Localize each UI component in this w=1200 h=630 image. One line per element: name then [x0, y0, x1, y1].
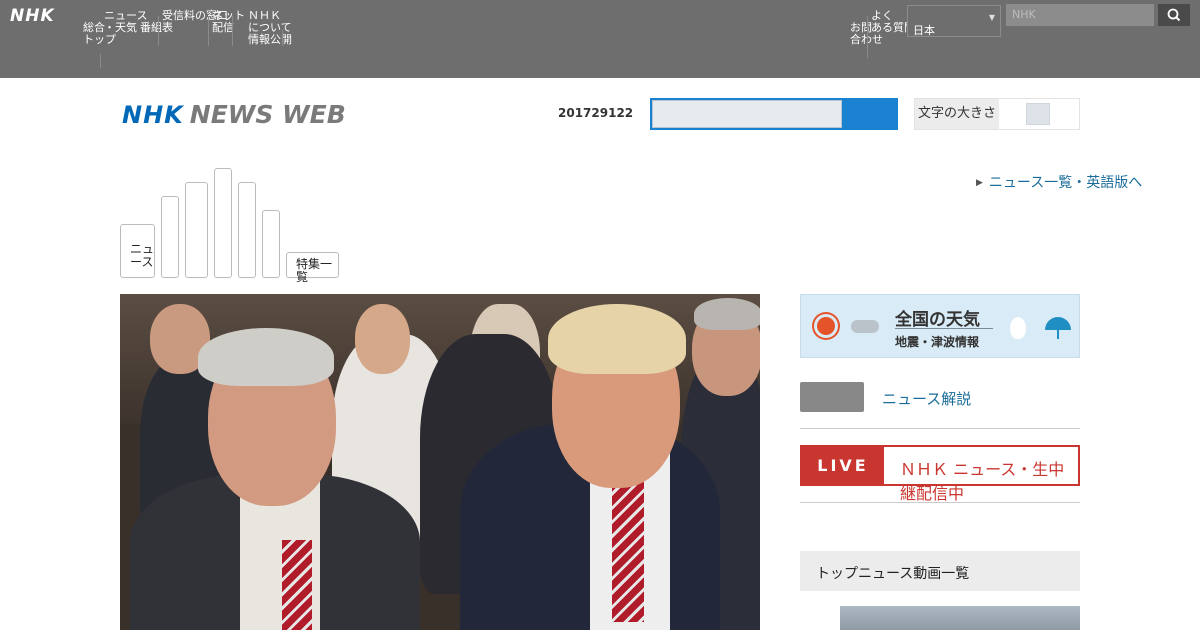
divider — [800, 502, 1080, 503]
nhk-search-input[interactable]: NHK — [1006, 4, 1154, 26]
image-figure — [612, 482, 644, 622]
global-header: NHK 総合 トップ ニュース ・天気 番組表 受信料の窓口 ネット 配信 ＮＨ… — [0, 0, 1200, 78]
news-list-link[interactable]: ▶ ニュース一覧・英語版へ — [976, 172, 1142, 192]
category-tab[interactable] — [238, 182, 256, 278]
snowman-icon — [1010, 317, 1026, 339]
gnav-item-news[interactable]: ニュース ・天気 — [104, 10, 147, 34]
gnav-item-streaming[interactable]: ネット 配信 — [212, 10, 246, 34]
news-search-input[interactable] — [652, 100, 842, 128]
weather-subtitle: 地震・津波情報 — [895, 335, 980, 349]
section-title: トップニュース動画一覧 — [800, 551, 1080, 591]
gnav-divider — [158, 16, 159, 46]
gnav-divider — [282, 30, 283, 46]
news-web-logo[interactable]: NHK NEWS WEB — [122, 100, 346, 130]
weather-divider — [895, 328, 993, 329]
gnav-divider — [232, 16, 233, 46]
chevron-down-icon: ▼ — [988, 13, 995, 22]
live-banner-text: ＮＨＫ ニュース・生中継配信中 — [900, 460, 1065, 503]
live-badge: LIVE — [802, 447, 884, 484]
category-tab-label: 特集一覧 — [296, 257, 333, 284]
font-size-label: 文字の大きさ — [915, 99, 999, 129]
weather-title: 全国の天気 — [895, 310, 980, 330]
gnav-divider — [100, 54, 101, 68]
page: NHK 総合 トップ ニュース ・天気 番組表 受信料の窓口 ネット 配信 ＮＨ… — [0, 0, 1200, 630]
news-search — [650, 98, 898, 130]
search-button[interactable] — [1158, 4, 1190, 26]
date-display: 201729122 — [558, 106, 634, 120]
cloud-icon — [851, 320, 879, 333]
language-select-value: 日本 — [913, 24, 935, 37]
nhk-logo[interactable]: NHK — [10, 6, 55, 26]
category-tab[interactable] — [185, 182, 208, 278]
brand-nhk: NHK — [122, 101, 184, 129]
search-icon — [1167, 8, 1181, 22]
image-figure — [355, 304, 410, 374]
sun-icon — [817, 317, 835, 335]
gnav-item-contact[interactable]: お問 合わせ — [850, 22, 883, 46]
category-tab-news[interactable]: ニュ ース — [120, 224, 155, 278]
top-news-image[interactable] — [120, 294, 760, 630]
triangle-right-icon: ▶ — [976, 178, 983, 188]
divider — [800, 428, 1080, 429]
gnav-item-faq[interactable]: よく ある質問 — [871, 10, 915, 34]
category-tab[interactable] — [262, 210, 280, 278]
image-figure — [282, 540, 312, 630]
umbrella-handle — [1057, 329, 1059, 339]
category-tab[interactable] — [161, 196, 179, 278]
image-figure — [548, 304, 686, 374]
category-tab-features[interactable]: 特集一覧 — [286, 252, 339, 284]
video-thumbnail[interactable] — [840, 606, 1080, 630]
thumbnail-placeholder[interactable] — [800, 382, 864, 412]
news-list-link-label: ニュース一覧・英語版へ — [988, 175, 1143, 191]
image-figure — [694, 298, 760, 330]
live-stream-banner[interactable]: LIVE ＮＨＫ ニュース・生中継配信中 — [800, 445, 1080, 503]
gnav-item-about[interactable]: ＮＨＫ について 情報公開 — [248, 10, 292, 46]
gnav-item-top[interactable]: 総合 トップ — [83, 22, 116, 46]
gnav-item-fee[interactable]: 受信料の窓口 — [162, 10, 228, 22]
weather-banner[interactable]: 全国の天気 地震・津波情報 — [800, 294, 1080, 358]
language-select[interactable]: 日本 ▼ — [907, 5, 1001, 37]
category-tab[interactable] — [214, 168, 232, 278]
brand-news-web: NEWS WEB — [189, 100, 346, 129]
toggle-knob[interactable] — [1026, 103, 1050, 125]
gnav-divider — [867, 16, 868, 58]
news-commentary-link[interactable]: ニュース解説 — [882, 388, 971, 409]
font-size-toggle[interactable]: 文字の大きさ — [914, 98, 1080, 130]
image-figure — [198, 328, 334, 386]
gnav-item-program[interactable]: 番組表 — [140, 22, 173, 34]
category-tab-label: ニュ ース — [130, 242, 155, 269]
gnav-divider — [208, 16, 209, 46]
